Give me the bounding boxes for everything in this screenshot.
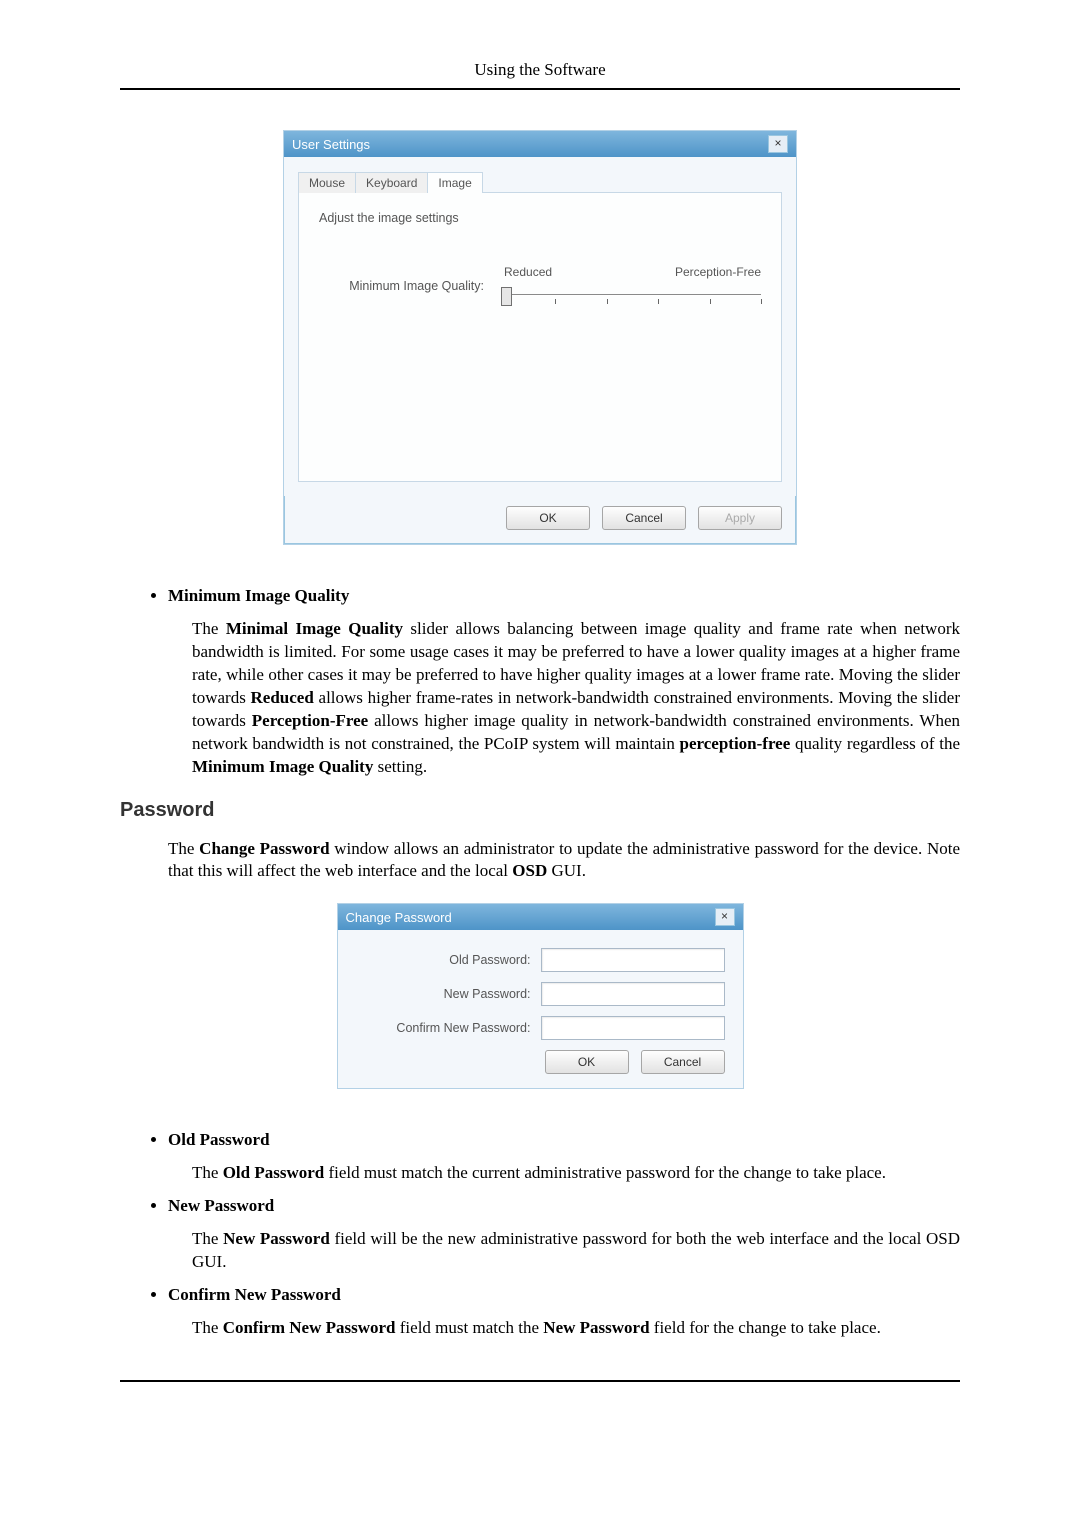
cancel-button[interactable]: Cancel <box>602 506 686 530</box>
close-icon[interactable]: × <box>768 135 788 153</box>
change-password-dialog: Change Password × Old Password: New Pass… <box>337 903 744 1089</box>
confirm-password-paragraph: The Confirm New Password field must matc… <box>192 1317 960 1340</box>
password-section-heading: Password <box>120 799 960 822</box>
password-intro: The Change Password window allows an adm… <box>168 838 960 884</box>
slider-left-label: Reduced <box>504 265 552 279</box>
min-image-quality-label: Minimum Image Quality: <box>319 279 504 293</box>
apply-button: Apply <box>698 506 782 530</box>
new-password-paragraph: The New Password field will be the new a… <box>192 1228 960 1274</box>
footer-rule <box>120 1380 960 1382</box>
old-password-paragraph: The Old Password field must match the cu… <box>192 1162 960 1185</box>
miq-heading: Minimum Image Quality <box>168 585 960 608</box>
cancel-button[interactable]: Cancel <box>641 1050 725 1074</box>
confirm-password-label: Confirm New Password: <box>356 1021 541 1035</box>
image-settings-description: Adjust the image settings <box>319 211 761 225</box>
ok-button[interactable]: OK <box>506 506 590 530</box>
slider-thumb[interactable] <box>501 287 512 306</box>
tab-image[interactable]: Image <box>427 172 482 193</box>
close-icon[interactable]: × <box>715 908 735 926</box>
confirm-password-heading: Confirm New Password <box>168 1284 960 1307</box>
old-password-field[interactable] <box>541 948 725 972</box>
old-password-heading: Old Password <box>168 1129 960 1152</box>
user-settings-title: User Settings <box>292 137 370 152</box>
ok-button[interactable]: OK <box>545 1050 629 1074</box>
miq-paragraph: The Minimal Image Quality slider allows … <box>192 618 960 779</box>
tab-keyboard[interactable]: Keyboard <box>355 172 428 193</box>
page-header: Using the Software <box>120 60 960 90</box>
slider-right-label: Perception-Free <box>675 265 761 279</box>
confirm-password-field[interactable] <box>541 1016 725 1040</box>
user-settings-dialog: User Settings × Mouse Keyboard Image Adj… <box>283 130 797 545</box>
new-password-heading: New Password <box>168 1195 960 1218</box>
quality-slider[interactable] <box>504 285 761 307</box>
new-password-label: New Password: <box>356 987 541 1001</box>
old-password-label: Old Password: <box>356 953 541 967</box>
new-password-field[interactable] <box>541 982 725 1006</box>
change-password-title: Change Password <box>346 910 452 925</box>
tab-mouse[interactable]: Mouse <box>298 172 356 193</box>
